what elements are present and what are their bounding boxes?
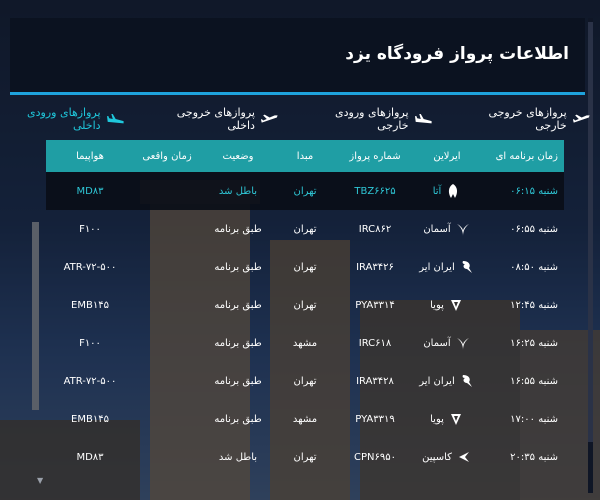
cell-aircraft: MD۸۳ — [76, 451, 104, 463]
tab-label: پروازهای ورودی خارجی — [335, 106, 409, 132]
cell-airline: ایران ایر — [414, 373, 480, 389]
cell-aircraft: F۱۰۰ — [79, 337, 101, 349]
cell-scheduled: شنبه ۱۷:۰۰ — [510, 413, 558, 425]
airline-name: کاسپین — [422, 451, 452, 463]
cell-status: باطل شد — [218, 451, 258, 463]
plane-landing-icon — [414, 113, 432, 124]
aseman-airline-logo-icon — [456, 224, 469, 236]
iran-air-logo-icon — [462, 375, 472, 387]
cell-status: طبق برنامه — [214, 299, 262, 311]
flight-tabs: پروازهای ورودی داخلی پروازهای خروجی داخل… — [0, 106, 590, 132]
caspian-airline-logo-icon — [458, 452, 469, 462]
cell-status: طبق برنامه — [214, 413, 262, 425]
table-row[interactable]: شنبه ۰۸:۵۰ ایران ایر IRA۳۴۲۶ تهران طبق ب… — [46, 248, 564, 286]
plane-takeoff-icon — [572, 114, 590, 123]
cell-aircraft: MD۸۳ — [76, 185, 104, 197]
table-row[interactable]: شنبه ۱۲:۴۵ پویا PYA۳۳۱۴ تهران طبق برنامه… — [46, 286, 564, 324]
iran-air-logo-icon — [462, 261, 472, 273]
cell-origin: تهران — [293, 299, 317, 311]
cell-aircraft: EMB۱۴۵ — [71, 299, 109, 311]
tab-domestic-arrivals[interactable]: پروازهای ورودی داخلی — [0, 106, 124, 132]
cell-origin: تهران — [293, 451, 317, 463]
airline-name: آسمان — [423, 223, 451, 235]
cell-aircraft: ATR-۷۲-۵۰۰ — [63, 375, 117, 387]
airline-name: آسمان — [423, 337, 451, 349]
pouya-airline-logo-icon — [450, 414, 461, 425]
cell-origin: تهران — [293, 223, 317, 235]
cell-scheduled: شنبه ۱۲:۴۵ — [510, 299, 558, 311]
flights-table: زمان برنامه ای ایرلاین شماره پرواز مبدا … — [46, 140, 564, 480]
cell-scheduled: شنبه ۰۶:۵۵ — [510, 223, 558, 235]
cell-origin: مشهد — [292, 413, 318, 425]
pouya-airline-logo-icon — [450, 300, 461, 311]
tab-label: پروازهای خروجی داخلی — [176, 106, 255, 132]
airline-name: ایران ایر — [419, 261, 455, 273]
aseman-airline-logo-icon — [456, 338, 469, 350]
tab-label: پروازهای خروجی خارجی — [488, 106, 567, 132]
cell-status: باطل شد — [218, 185, 258, 197]
table-row[interactable]: شنبه ۱۶:۲۵ آسمان IRC۶۱۸ مشهد طبق برنامه … — [46, 324, 564, 362]
cell-scheduled: شنبه ۱۶:۵۵ — [510, 375, 558, 387]
header-scheduled: زمان برنامه ای — [495, 150, 558, 162]
header-aircraft: هواپیما — [76, 150, 104, 162]
cell-status: طبق برنامه — [214, 375, 262, 387]
cell-scheduled: شنبه ۰۸:۵۰ — [510, 261, 558, 273]
tab-international-arrivals[interactable]: پروازهای ورودی خارجی — [304, 106, 432, 132]
cell-airline: آسمان — [414, 335, 480, 351]
ata-airline-logo-icon — [449, 184, 458, 198]
cell-flight: IRC۸۶۲ — [358, 223, 392, 235]
page-scrollbar-thumb[interactable] — [588, 22, 593, 442]
cell-flight: IRC۶۱۸ — [358, 337, 392, 349]
cell-origin: تهران — [293, 261, 317, 273]
plane-landing-icon — [106, 113, 124, 124]
cell-aircraft: ATR-۷۲-۵۰۰ — [63, 261, 117, 273]
table-row[interactable]: شنبه ۰۶:۵۵ آسمان IRC۸۶۲ تهران طبق برنامه… — [46, 210, 564, 248]
table-row[interactable]: شنبه ۱۶:۵۵ ایران ایر IRA۳۴۲۸ تهران طبق ب… — [46, 362, 564, 400]
tab-label: پروازهای ورودی داخلی — [27, 106, 101, 132]
cell-status: طبق برنامه — [214, 223, 262, 235]
cell-flight: TBZ۶۶۲۵ — [354, 185, 396, 197]
airline-name: آتا — [432, 185, 442, 197]
cell-origin: مشهد — [292, 337, 318, 349]
cell-aircraft: F۱۰۰ — [79, 223, 101, 235]
cell-origin: تهران — [293, 185, 317, 197]
cell-origin: تهران — [293, 375, 317, 387]
cell-airline: آتا — [414, 183, 480, 199]
cell-airline: ایران ایر — [414, 259, 480, 275]
table-row[interactable]: شنبه ۰۶:۱۵ آتا TBZ۶۶۲۵ تهران باطل شد MD۸… — [46, 172, 564, 210]
cell-airline: آسمان — [414, 221, 480, 237]
cell-flight: PYA۳۳۱۹ — [355, 413, 395, 425]
airline-name: ایران ایر — [419, 375, 455, 387]
scroll-down-arrow-icon[interactable]: ▼ — [37, 476, 43, 485]
table-header: زمان برنامه ای ایرلاین شماره پرواز مبدا … — [46, 140, 564, 172]
cell-flight: IRA۳۴۲۶ — [356, 261, 394, 273]
table-scrollbar-thumb[interactable] — [32, 222, 39, 410]
header-origin: مبدا — [296, 150, 314, 162]
cell-airline: پویا — [414, 411, 480, 427]
cell-aircraft: EMB۱۴۵ — [71, 413, 109, 425]
cell-flight: CPN۶۹۵۰ — [354, 451, 396, 463]
airline-name: پویا — [430, 299, 444, 311]
cell-flight: IRA۳۴۲۸ — [356, 375, 394, 387]
cell-airline: کاسپین — [414, 449, 480, 465]
table-row[interactable]: شنبه ۲۰:۳۵ کاسپین CPN۶۹۵۰ تهران باطل شد … — [46, 438, 564, 476]
header-status: وضعیت — [222, 150, 254, 162]
cell-status: طبق برنامه — [214, 261, 262, 273]
cell-scheduled: شنبه ۰۶:۱۵ — [510, 185, 558, 197]
page-title: اطلاعات پرواز فرودگاه یزد — [345, 44, 569, 64]
page-header: اطلاعات پرواز فرودگاه یزد — [10, 18, 585, 95]
cell-status: طبق برنامه — [214, 337, 262, 349]
header-flight: شماره پرواز — [349, 150, 401, 162]
plane-takeoff-icon — [260, 114, 278, 123]
tab-international-departures[interactable]: پروازهای خروجی خارجی — [458, 106, 590, 132]
cell-airline: پویا — [414, 297, 480, 313]
table-row[interactable]: شنبه ۱۷:۰۰ پویا PYA۳۳۱۹ مشهد طبق برنامه … — [46, 400, 564, 438]
airline-name: پویا — [430, 413, 444, 425]
cell-flight: PYA۳۳۱۴ — [355, 299, 395, 311]
header-actual: زمان واقعی — [142, 150, 192, 162]
cell-scheduled: شنبه ۱۶:۲۵ — [510, 337, 558, 349]
cell-scheduled: شنبه ۲۰:۳۵ — [510, 451, 558, 463]
tab-domestic-departures[interactable]: پروازهای خروجی داخلی — [150, 106, 278, 132]
header-airline: ایرلاین — [433, 150, 461, 162]
